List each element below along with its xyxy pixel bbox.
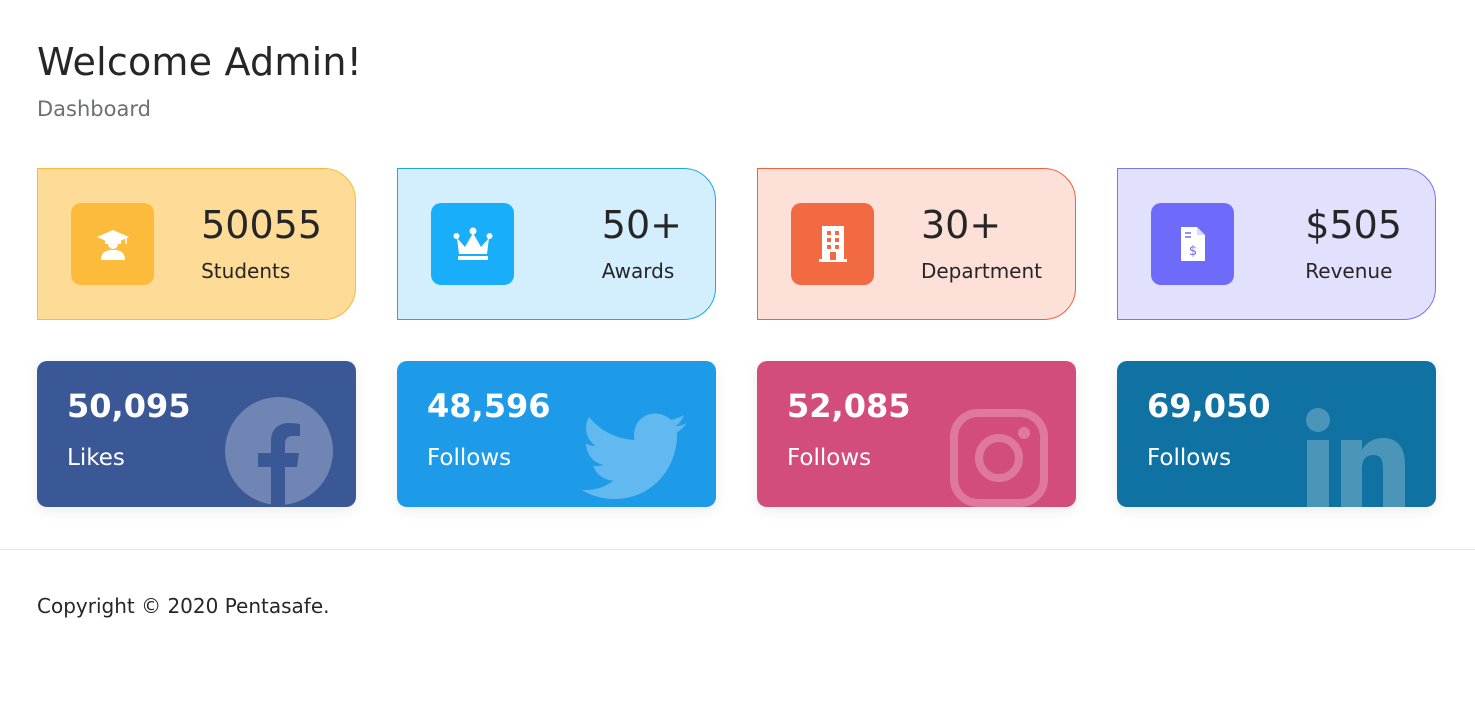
facebook-icon (225, 397, 333, 505)
stat-card-revenue: $ $505 Revenue (1117, 168, 1436, 320)
copyright-text: Copyright © 2020 Pentasafe. (37, 594, 330, 618)
dashboard-page: Welcome Admin! Dashboard 50055 Students (0, 0, 1475, 711)
stat-label: Revenue (1305, 259, 1393, 283)
footer-divider (0, 549, 1475, 550)
social-label: Follows (427, 445, 512, 471)
social-card-facebook[interactable]: 50,095 Likes (37, 361, 356, 507)
stat-value: 50+ (601, 203, 682, 247)
social-count: 52,085 (787, 387, 911, 425)
twitter-icon (581, 413, 687, 499)
breadcrumb[interactable]: Dashboard (37, 97, 151, 121)
social-count: 69,050 (1147, 387, 1271, 425)
stat-value: 50055 (201, 203, 322, 247)
social-count: 50,095 (67, 387, 191, 425)
graduate-icon (71, 203, 154, 285)
stat-value: $505 (1305, 203, 1402, 247)
stat-card-awards: 50+ Awards (397, 168, 716, 320)
social-card-twitter[interactable]: 48,596 Follows (397, 361, 716, 507)
stat-value: 30+ (920, 203, 1002, 247)
social-count: 48,596 (427, 387, 551, 425)
stat-label: Awards (601, 259, 675, 283)
stat-label: Department (920, 259, 1042, 283)
stat-card-department: 30+ Department (757, 168, 1076, 320)
social-label: Likes (67, 445, 125, 471)
social-card-linkedin[interactable]: 69,050 Follows (1117, 361, 1436, 507)
linkedin-icon (1306, 408, 1405, 507)
invoice-dollar-icon: $ (1151, 203, 1234, 285)
stat-card-students: 50055 Students (37, 168, 356, 320)
crown-icon (431, 203, 514, 285)
instagram-icon (950, 409, 1048, 507)
social-label: Follows (787, 445, 872, 471)
social-card-instagram[interactable]: 52,085 Follows (757, 361, 1076, 507)
stat-label: Students (201, 259, 291, 283)
building-icon (791, 203, 874, 285)
page-title: Welcome Admin! (37, 40, 363, 84)
svg-text:$: $ (1188, 244, 1196, 259)
social-label: Follows (1147, 445, 1232, 471)
